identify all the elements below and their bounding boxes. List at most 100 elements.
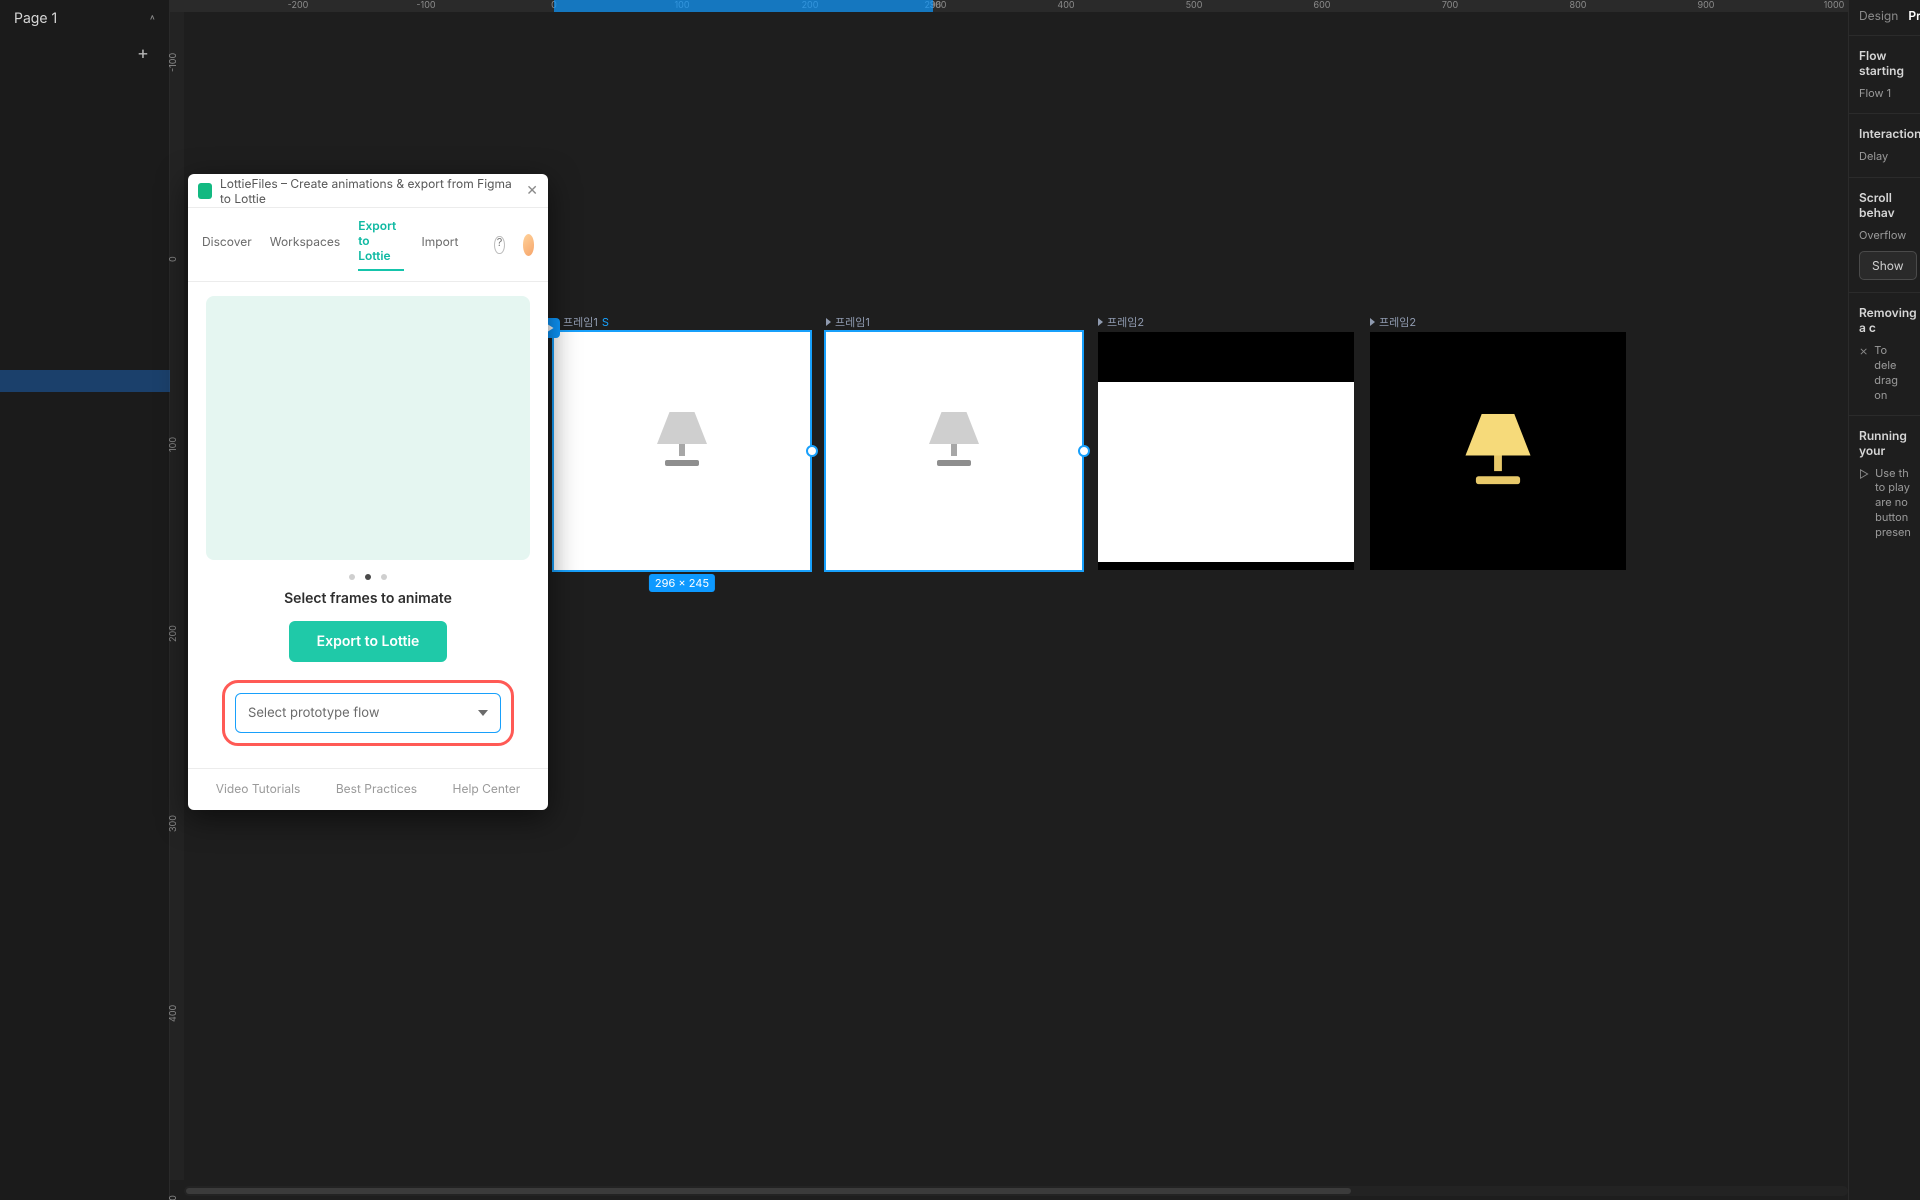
select-prototype-flow-dropdown[interactable]: Select prototype flow	[235, 693, 501, 733]
plugin-tab[interactable]: Workspaces	[270, 234, 340, 255]
ruler-vertical[interactable]: -1000100200300400500	[170, 12, 184, 1180]
frame-label[interactable]: 프레임2	[1098, 314, 1144, 330]
frames-row: 프레임1S296 × 245프레임1프레임2프레임2	[554, 332, 1626, 570]
running-help-text: Use th to play are no button presen	[1875, 466, 1911, 540]
interaction-type[interactable]: Delay	[1859, 149, 1910, 164]
select-placeholder: Select prototype flow	[248, 705, 380, 721]
ruler-tick: 200	[168, 625, 179, 642]
canvas-frame[interactable]: 296 × 245	[554, 332, 810, 570]
inspector-tab[interactable]: Pr	[1908, 8, 1920, 23]
frame-name: 프레임1	[835, 314, 870, 330]
delete-connection-icon: ⨯	[1859, 344, 1868, 402]
plugin-titlebar[interactable]: LottieFiles – Create animations & export…	[188, 174, 548, 208]
chevron-up-icon: ˄	[150, 11, 155, 26]
frame-triangle-icon	[1370, 318, 1375, 326]
plugin-heading: Select frames to animate	[206, 590, 530, 607]
prototype-connection-handle[interactable]	[806, 445, 818, 457]
ruler-selection-range	[554, 0, 933, 12]
frame-dimensions-badge: 296 × 245	[649, 574, 715, 592]
plugin-tab[interactable]: Export to Lottie	[358, 218, 403, 271]
show-prototype-button[interactable]: Show	[1859, 251, 1917, 280]
inspector-tabs: Design Pr	[1849, 8, 1920, 35]
plugin-footer-links: Video Tutorials Best Practices Help Center	[188, 768, 548, 810]
ruler-tick: 400	[168, 1005, 179, 1022]
plugin-footer-link[interactable]: Help Center	[453, 781, 521, 796]
plugin-footer-link[interactable]: Best Practices	[336, 781, 417, 796]
frame-triangle-icon	[1098, 318, 1103, 326]
carousel-dot[interactable]	[381, 574, 387, 580]
ruler-tick: 700	[1442, 0, 1458, 11]
scroll-behavior-label: Scroll behav	[1859, 190, 1910, 220]
ruler-tick: 100	[168, 437, 179, 452]
flow-name[interactable]: Flow 1	[1859, 86, 1910, 101]
lamp-icon	[1466, 414, 1531, 484]
frame-label[interactable]: 프레임1 S	[554, 314, 609, 330]
user-avatar[interactable]	[523, 234, 534, 256]
carousel-dot[interactable]	[349, 574, 355, 580]
lottiefiles-plugin-window: LottieFiles – Create animations & export…	[188, 174, 548, 810]
frame-wrap: 프레임2	[1370, 332, 1626, 570]
frame-triangle-icon	[826, 318, 831, 326]
ruler-tick: 600	[1314, 0, 1331, 11]
help-icon[interactable]: ?	[494, 236, 504, 254]
pages-panel: Page 1 ˄ +	[0, 0, 170, 1200]
canvas-frame[interactable]	[1370, 332, 1626, 570]
figma-viewport: Page 1 ˄ + -200-100010020029630040050060…	[0, 0, 1920, 1200]
lamp-icon	[929, 412, 979, 466]
ruler-tick: 500	[1186, 0, 1203, 11]
interactions-label: Interactions	[1859, 126, 1910, 141]
lottiefiles-logo-icon	[198, 183, 212, 199]
horizontal-scrollbar[interactable]	[184, 1186, 1848, 1196]
frame-label[interactable]: 프레임1	[826, 314, 870, 330]
frame-name: 프레임2	[1379, 314, 1416, 330]
frame-name: 프레임1	[563, 314, 598, 330]
close-icon[interactable]: ✕	[526, 182, 538, 199]
plugin-preview-area	[206, 296, 530, 560]
frame-wrap: 프레임1	[826, 332, 1082, 570]
current-page-name: Page 1	[14, 10, 57, 27]
chevron-down-icon	[478, 710, 488, 716]
ruler-tick: 400	[1057, 0, 1074, 11]
ruler-horizontal[interactable]: -200-10001002002963004005006007008009001…	[170, 0, 1848, 12]
removing-connection-label: Removing a c	[1859, 305, 1910, 335]
export-to-lottie-button[interactable]: Export to Lottie	[289, 621, 448, 662]
ruler-tick: 900	[1698, 0, 1715, 11]
layer-selection-highlight	[0, 370, 170, 392]
plugin-tab[interactable]: Import	[422, 234, 459, 255]
play-icon: ▷	[1859, 467, 1869, 540]
frame-label[interactable]: 프레임2	[1370, 314, 1416, 330]
ruler-tick: -100	[416, 0, 435, 11]
carousel-dot[interactable]	[365, 574, 371, 580]
ruler-tick: -200	[288, 0, 309, 11]
prototype-connection-handle[interactable]	[1078, 445, 1090, 457]
inspector-tab[interactable]: Design	[1859, 8, 1898, 23]
carousel-dots[interactable]	[206, 574, 530, 580]
running-prototype-label: Running your	[1859, 428, 1910, 458]
canvas-frame[interactable]	[826, 332, 1082, 570]
ruler-tick: 0	[168, 256, 179, 262]
plugin-footer-link[interactable]: Video Tutorials	[216, 781, 301, 796]
ruler-tick: 500	[168, 1195, 179, 1200]
inspector-panel: Design Pr Flow starting Flow 1 Interactio…	[1848, 0, 1920, 1200]
ruler-tick: -100	[168, 53, 179, 72]
ruler-tick: 300	[168, 815, 179, 832]
add-page-button[interactable]: +	[131, 41, 155, 65]
flow-start-indicator: S	[602, 315, 609, 329]
plugin-title-text: LottieFiles – Create animations & export…	[220, 176, 518, 206]
ruler-tick: 800	[1570, 0, 1587, 11]
pages-header[interactable]: Page 1 ˄	[0, 0, 169, 37]
select-prototype-flow-highlight: Select prototype flow	[222, 680, 514, 746]
scrollbar-thumb[interactable]	[186, 1188, 1351, 1194]
lamp-icon	[1201, 412, 1251, 466]
plugin-tab[interactable]: Discover	[202, 234, 252, 255]
frame-wrap: 프레임2	[1098, 332, 1354, 570]
frame-name: 프레임2	[1107, 314, 1144, 330]
flow-starting-label: Flow starting	[1859, 48, 1910, 78]
removing-help-text: To dele drag on	[1874, 343, 1910, 402]
overflow-value[interactable]: Overflow	[1859, 228, 1910, 243]
ruler-tick: 1000	[1824, 0, 1845, 11]
plugin-tabs: Discover Workspaces Export to Lottie Import…	[188, 208, 548, 282]
lamp-icon	[657, 412, 707, 466]
frame-wrap: 프레임1S296 × 245	[554, 332, 810, 570]
canvas-frame[interactable]	[1098, 332, 1354, 570]
